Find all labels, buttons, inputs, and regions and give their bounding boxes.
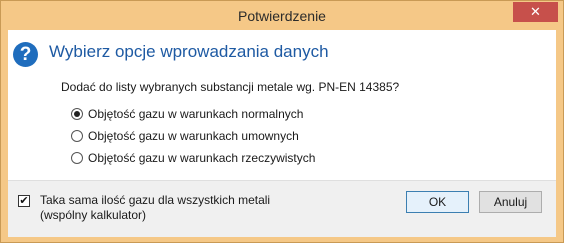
close-button[interactable]: ✕ bbox=[513, 2, 558, 22]
same-gas-checkbox[interactable]: ✔ bbox=[18, 195, 30, 207]
window-title: Potwierdzenie bbox=[238, 8, 326, 24]
checkmark-icon: ✔ bbox=[19, 195, 29, 207]
title-bar[interactable]: Potwierdzenie ✕ bbox=[1, 1, 563, 30]
radio-label[interactable]: Objętość gazu w warunkach rzeczywistych bbox=[88, 151, 315, 165]
close-icon: ✕ bbox=[530, 4, 541, 19]
dialog-footer: ✔ Taka sama ilość gazu dla wszystkich me… bbox=[8, 180, 556, 237]
ok-button[interactable]: OK bbox=[406, 191, 469, 213]
checkbox-label-line1: Taka sama ilość gazu dla wszystkich meta… bbox=[40, 193, 271, 207]
dialog-heading: Wybierz opcje wprowadzania danych bbox=[49, 42, 329, 61]
radio-selected-dot bbox=[74, 111, 80, 117]
radio-button[interactable] bbox=[71, 152, 83, 164]
question-icon: ? bbox=[13, 42, 38, 67]
checkbox-label-line2: (wspólny kalkulator) bbox=[40, 208, 147, 222]
radio-button[interactable] bbox=[71, 108, 83, 120]
dialog-content: ? Wybierz opcje wprowadzania danych Doda… bbox=[8, 30, 556, 237]
radio-label[interactable]: Objętość gazu w warunkach umownych bbox=[88, 129, 299, 143]
dialog-window: Potwierdzenie ✕ ? Wybierz opcje wprowadz… bbox=[0, 0, 564, 243]
cancel-button[interactable]: Anuluj bbox=[479, 191, 542, 213]
question-text: Dodać do listy wybranych substancji meta… bbox=[61, 80, 400, 94]
radio-button[interactable] bbox=[71, 130, 83, 142]
checkbox-label[interactable]: Taka sama ilość gazu dla wszystkich meta… bbox=[40, 193, 270, 223]
radio-label[interactable]: Objętość gazu w warunkach normalnych bbox=[88, 107, 303, 121]
